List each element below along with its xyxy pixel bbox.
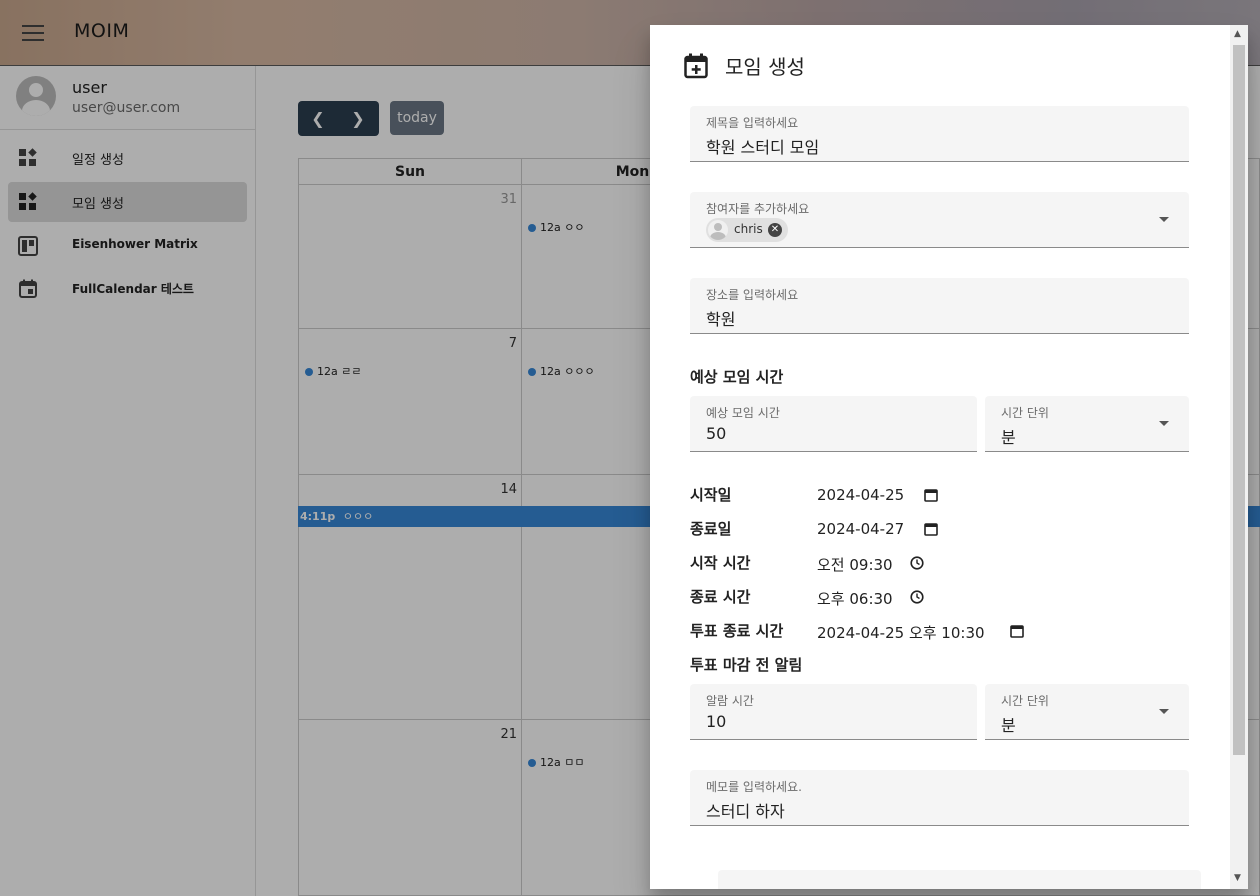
calendar-icon[interactable] [924,522,938,536]
field-value: 10 [706,712,727,731]
field-value: 분 [1001,428,1016,447]
title-input[interactable]: 제목을 입력하세요 학원 스터디 모임 [690,106,1189,162]
field-value: 학원 [706,310,736,329]
end-time-label: 종료 시간 [690,588,751,606]
clock-icon[interactable] [910,556,924,570]
scrollbar-thumb[interactable] [1233,45,1245,755]
clock-icon[interactable] [910,590,924,604]
start-date-input[interactable]: 2024-04-25 [817,486,904,504]
alarm-unit-select[interactable]: 시간 단위 분 [985,684,1189,740]
chip-remove-icon[interactable]: ✕ [768,223,782,237]
scroll-up-icon[interactable]: ▲ [1234,29,1241,39]
next-field-partial[interactable] [718,870,1201,889]
dropdown-arrow-icon[interactable] [1159,420,1169,426]
chip-label: chris [734,222,763,236]
duration-unit-select[interactable]: 시간 단위 분 [985,396,1189,452]
field-label: 참여자를 추가하세요 [706,202,810,216]
location-input[interactable]: 장소를 입력하세요 학원 [690,278,1189,334]
field-label: 시간 단위 [1001,406,1049,420]
field-value: 학원 스터디 모임 [706,138,820,157]
field-value: 스터디 하자 [706,802,785,821]
vote-end-label: 투표 종료 시간 [690,622,784,640]
start-time-label: 시작 시간 [690,554,751,572]
start-time-input[interactable]: 오전 09:30 [817,554,893,575]
field-value: 분 [1001,716,1016,735]
participants-select[interactable]: 참여자를 추가하세요 chris ✕ [690,192,1189,248]
field-value: 50 [706,424,727,443]
scroll-down-icon[interactable]: ▼ [1234,873,1241,883]
alarm-input[interactable]: 알람 시간 10 [690,684,977,740]
calendar-icon[interactable] [1010,624,1024,638]
vote-end-input[interactable]: 2024-04-25 오후 10:30 [817,622,985,643]
field-label: 알람 시간 [706,694,754,708]
dialog-title: 모임 생성 [725,55,805,79]
field-label: 예상 모임 시간 [706,406,780,420]
calendar-icon[interactable] [924,488,938,502]
create-moim-dialog: 모임 생성 제목을 입력하세요 학원 스터디 모임 참여자를 추가하세요 chr… [650,25,1248,889]
field-label: 메모를 입력하세요. [706,780,802,794]
chip-avatar [708,220,728,240]
start-date-label: 시작일 [690,486,732,504]
memo-input[interactable]: 메모를 입력하세요. 스터디 하자 [690,770,1189,826]
field-label: 제목을 입력하세요 [706,116,799,130]
field-label: 시간 단위 [1001,694,1049,708]
end-time-input[interactable]: 오후 06:30 [817,588,893,609]
dialog-scrollbar[interactable]: ▲ ▼ [1230,25,1248,889]
participant-chip: chris ✕ [706,218,788,242]
end-date-label: 종료일 [690,520,732,538]
end-date-input[interactable]: 2024-04-27 [817,520,904,538]
dropdown-arrow-icon[interactable] [1159,708,1169,714]
alarm-section-title: 투표 마감 전 알림 [690,656,803,674]
duration-section-title: 예상 모임 시간 [690,368,784,386]
duration-input[interactable]: 예상 모임 시간 50 [690,396,977,452]
dropdown-arrow-icon[interactable] [1159,216,1169,222]
calendar-add-icon [684,53,708,79]
field-label: 장소를 입력하세요 [706,288,799,302]
